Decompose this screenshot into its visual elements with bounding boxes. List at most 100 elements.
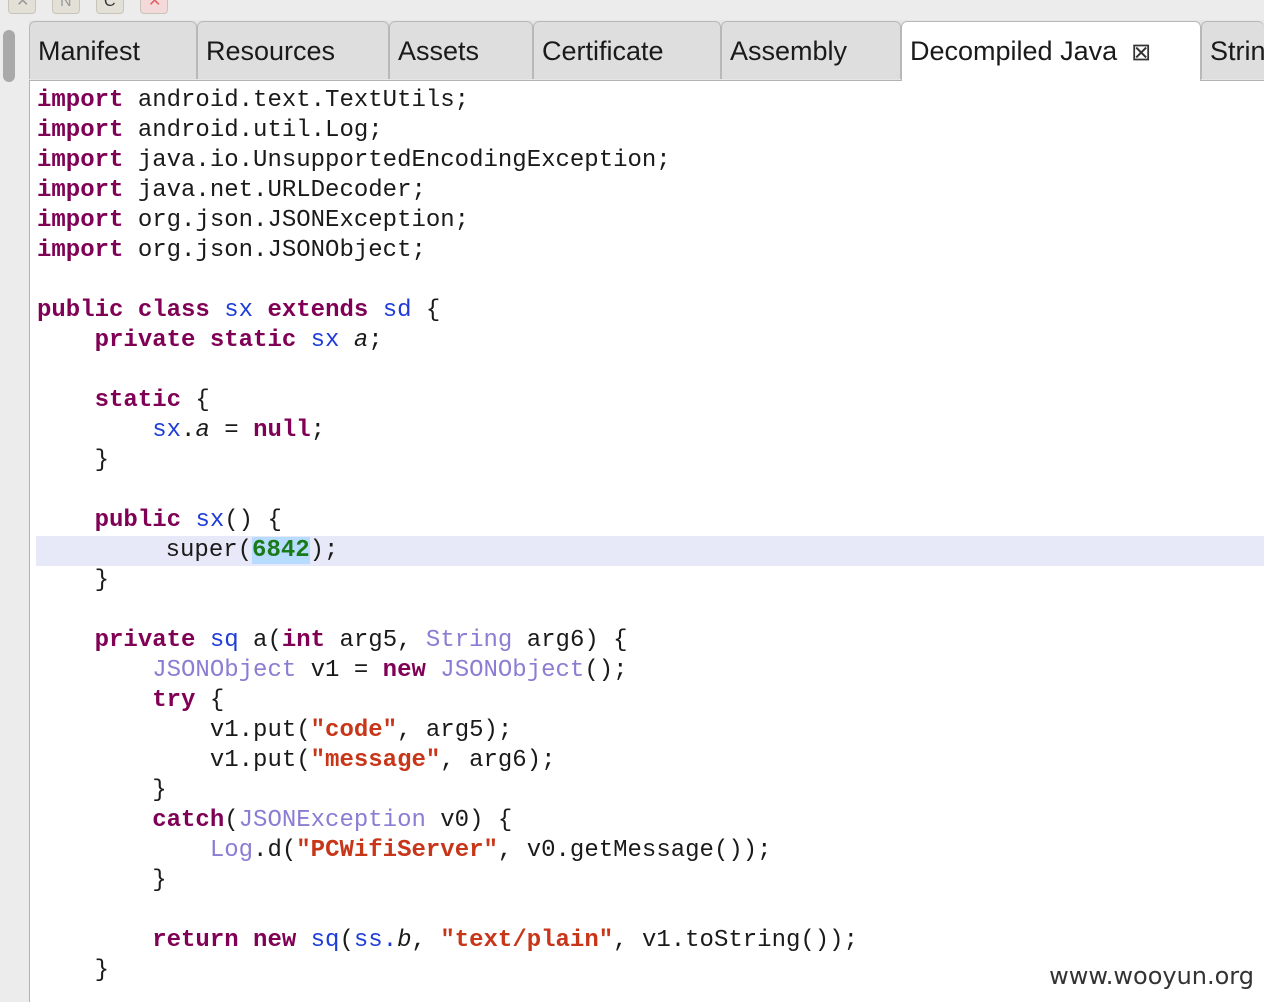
tool-icon-1[interactable]: ✕ bbox=[8, 0, 36, 14]
keyword: static bbox=[94, 387, 182, 414]
code-text: ( bbox=[224, 807, 239, 834]
tab-label: Strin bbox=[1210, 36, 1264, 66]
code-text: . bbox=[382, 927, 398, 954]
code-text: = bbox=[209, 417, 254, 444]
code-text: } bbox=[94, 447, 110, 474]
string-literal: "code" bbox=[310, 717, 398, 744]
code-text: } bbox=[152, 777, 167, 804]
type-name: JSONObject bbox=[152, 657, 297, 684]
keyword: return new bbox=[152, 927, 297, 954]
code-line: public class sx extends sd { bbox=[37, 296, 1264, 326]
code-text: , arg5); bbox=[397, 717, 513, 744]
watermark: www.wooyun.org bbox=[1049, 962, 1254, 990]
tab-certificate[interactable]: Certificate bbox=[533, 21, 721, 79]
keyword: int bbox=[281, 627, 326, 654]
code-text: (); bbox=[584, 657, 628, 684]
keyword: catch bbox=[152, 807, 225, 834]
code-line: import android.util.Log; bbox=[37, 116, 1264, 146]
code-line: } bbox=[37, 776, 1264, 806]
code-line: catch(JSONException v0) { bbox=[37, 806, 1264, 836]
code-text: , bbox=[411, 927, 441, 954]
code-text: android.text.TextUtils; bbox=[123, 87, 470, 114]
code-text: ; bbox=[310, 417, 326, 444]
code-line: v1.put("message", arg6); bbox=[37, 746, 1264, 776]
string-literal: "PCWifiServer" bbox=[296, 837, 498, 864]
keyword: import bbox=[37, 237, 124, 264]
type-name: ss bbox=[353, 927, 383, 954]
tab-label: Resources bbox=[206, 36, 336, 66]
code-text: { bbox=[181, 387, 210, 414]
field-name: a bbox=[353, 327, 369, 354]
code-text: ( bbox=[339, 927, 354, 954]
vertical-scrollbar[interactable] bbox=[0, 18, 20, 1002]
code-text: arg6) { bbox=[512, 627, 628, 654]
code-text: android.util.Log; bbox=[123, 117, 383, 144]
code-text: ); bbox=[309, 537, 339, 564]
code-line: import org.json.JSONException; bbox=[37, 206, 1264, 236]
code-text: v1 = bbox=[296, 657, 383, 684]
type-name: sd bbox=[382, 297, 412, 324]
keyword: new bbox=[382, 657, 426, 684]
code-line: try { bbox=[37, 686, 1264, 716]
code-text: . bbox=[181, 417, 196, 444]
keyword: import bbox=[37, 117, 124, 144]
top-toolbar: ✕ N C ✕ bbox=[0, 0, 1264, 18]
type-name: sx bbox=[224, 297, 254, 324]
code-text: v1.put( bbox=[209, 747, 311, 774]
tab-bar: Manifest Resources Assets Certificate As… bbox=[29, 20, 1264, 81]
code-line: } bbox=[37, 866, 1264, 896]
code-text: a( bbox=[238, 627, 282, 654]
code-text: ; bbox=[368, 327, 383, 354]
tab-strings[interactable]: Strin bbox=[1201, 21, 1264, 79]
type-name: sq bbox=[209, 627, 239, 654]
code-line: JSONObject v1 = new JSONObject(); bbox=[37, 656, 1264, 686]
selected-number: 6842 bbox=[252, 537, 310, 564]
code-text: arg5, bbox=[325, 627, 426, 654]
code-line: static { bbox=[37, 386, 1264, 416]
type-name: String bbox=[425, 627, 513, 654]
code-line: v1.put("code", arg5); bbox=[37, 716, 1264, 746]
tab-decompiled-java[interactable]: Decompiled Java ⊠ bbox=[901, 21, 1201, 81]
code-text: org.json.JSONObject; bbox=[123, 237, 426, 264]
tab-label: Decompiled Java bbox=[910, 36, 1118, 66]
tab-label: Assembly bbox=[730, 36, 848, 66]
tool-icon-2[interactable]: N bbox=[52, 0, 80, 14]
string-literal: "text/plain" bbox=[440, 927, 614, 954]
code-text: () { bbox=[224, 507, 282, 534]
keyword: try bbox=[152, 687, 196, 714]
code-text: { bbox=[411, 297, 441, 324]
keyword: import bbox=[37, 147, 124, 174]
tab-assets[interactable]: Assets bbox=[389, 21, 533, 79]
code-text: v0) { bbox=[425, 807, 513, 834]
tab-resources[interactable]: Resources bbox=[197, 21, 389, 79]
code-line: Log.d("PCWifiServer", v0.getMessage()); bbox=[37, 836, 1264, 866]
code-line: return new sq(ss.b, "text/plain", v1.toS… bbox=[37, 926, 1264, 956]
type-name: sx bbox=[310, 327, 340, 354]
keyword: import bbox=[37, 87, 124, 114]
close-red-icon[interactable]: ✕ bbox=[140, 0, 168, 14]
tab-assembly[interactable]: Assembly bbox=[721, 21, 901, 79]
type-name: sq bbox=[310, 927, 340, 954]
code-line: private sq a(int arg5, String arg6) { bbox=[37, 626, 1264, 656]
keyword: extends bbox=[267, 297, 369, 324]
code-text: { bbox=[195, 687, 225, 714]
type-name: Log bbox=[209, 837, 254, 864]
code-text: java.io.UnsupportedEncodingException; bbox=[123, 147, 671, 174]
type-name: sx bbox=[152, 417, 182, 444]
tab-label: Assets bbox=[398, 36, 480, 66]
code-line: import java.net.URLDecoder; bbox=[37, 176, 1264, 206]
tool-icon-3[interactable]: C bbox=[96, 0, 124, 14]
field-name: a bbox=[195, 417, 210, 444]
code-text: v1.put( bbox=[209, 717, 311, 744]
code-line: } bbox=[37, 566, 1264, 596]
code-text: , v1.toString()); bbox=[613, 927, 858, 954]
code-line: private static sx a; bbox=[37, 326, 1264, 356]
keyword: private bbox=[94, 627, 196, 654]
keyword: public class bbox=[37, 297, 210, 324]
scrollbar-thumb[interactable] bbox=[3, 30, 15, 82]
tab-manifest[interactable]: Manifest bbox=[29, 21, 197, 79]
code-editor[interactable]: import android.text.TextUtils; import an… bbox=[36, 86, 1264, 1002]
tab-label: Manifest bbox=[38, 36, 141, 66]
close-tab-icon[interactable]: ⊠ bbox=[1131, 24, 1151, 81]
keyword: public bbox=[94, 507, 182, 534]
